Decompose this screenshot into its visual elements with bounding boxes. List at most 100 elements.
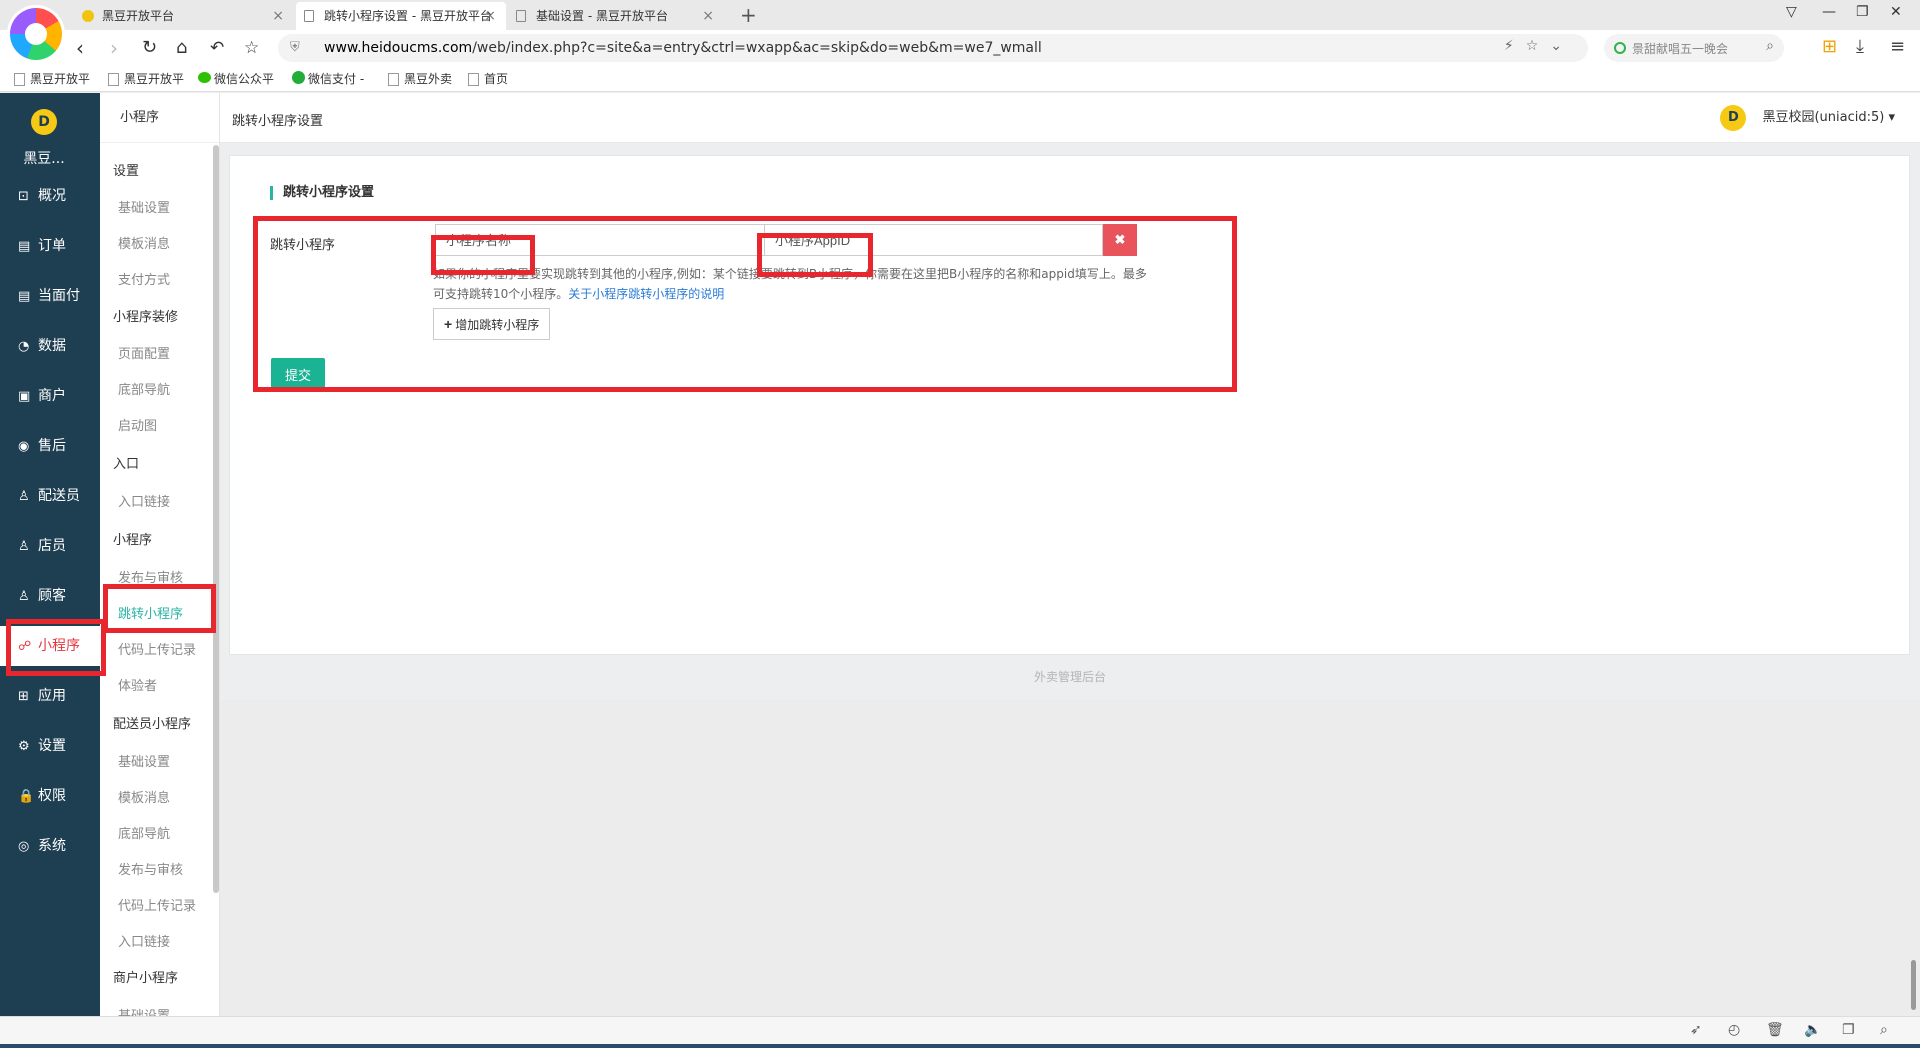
forward-icon[interactable]: › [110, 36, 118, 60]
subnav-item[interactable]: 基础设置 [118, 197, 170, 216]
page-scrollbar[interactable] [1911, 960, 1916, 1010]
sidebar-item-facepay[interactable]: ▤ 当面付 [0, 276, 100, 316]
miniapp-appid-input[interactable] [765, 224, 1103, 256]
security-shield-icon[interactable]: ⛨ [290, 40, 300, 55]
customer-icon: ♙ [18, 589, 30, 604]
sidebar-item-apps[interactable]: ⊞ 应用 [0, 676, 100, 716]
subnav-group: 入口 [113, 457, 140, 472]
sidebar-item-label: 数据 [38, 338, 66, 354]
back-icon[interactable]: ‹ [76, 36, 84, 60]
speed-icon[interactable]: ◴ [1728, 1022, 1740, 1038]
subnav-item[interactable]: 模板消息 [118, 233, 170, 252]
sidebar-item-system[interactable]: ◎ 系统 [0, 826, 100, 866]
subnav-item[interactable]: 基础设置 [118, 1005, 170, 1016]
sidebar-item-aftersale[interactable]: ◉ 售后 [0, 426, 100, 466]
subnav-item[interactable]: 发布与审核 [118, 567, 183, 586]
home-icon[interactable]: ⌂ [176, 36, 187, 60]
close-tab-icon[interactable]: × [702, 2, 714, 30]
sidebar-item-label: 订单 [38, 238, 66, 254]
close-tab-icon[interactable]: × [272, 2, 284, 30]
bookmarks-bar: 黑豆开放平 黑豆开放平 微信公众平 微信支付 - 黑豆外卖 首页 [0, 66, 1920, 92]
download-icon[interactable]: ⤓ [1856, 36, 1864, 57]
bookmark-item[interactable]: 黑豆开放平 [14, 70, 90, 87]
search-icon[interactable]: ⌕ [1766, 38, 1774, 54]
brand[interactable]: D 黑豆... [0, 93, 100, 173]
miniapp-name-input[interactable] [435, 224, 765, 256]
sidebar-item-permissions[interactable]: 🔒 权限 [0, 776, 100, 816]
subnav-item[interactable]: 底部导航 [118, 379, 170, 398]
window-icon[interactable]: ❐ [1842, 1022, 1855, 1038]
sidebar-item-overview[interactable]: ⊡ 概况 [0, 176, 100, 216]
sidebar-item-clerks[interactable]: ♙ 店员 [0, 526, 100, 566]
help-link[interactable]: 关于小程序跳转小程序的说明 [568, 287, 724, 301]
subnav-item[interactable]: 入口链接 [118, 931, 170, 950]
sidebar-item-customers[interactable]: ♙ 顾客 [0, 576, 100, 616]
bookmark-item[interactable]: 微信公众平 [198, 70, 274, 87]
subnav-item[interactable]: 基础设置 [118, 751, 170, 770]
browser-search-field[interactable]: 景甜献唱五一晚会 ⌕ [1604, 34, 1784, 62]
browser-tab[interactable]: 基础设置 - 黑豆开放平台 × [508, 2, 724, 30]
skin-icon[interactable]: ▽ [1786, 4, 1797, 20]
browser-logo-icon[interactable] [10, 8, 62, 60]
subnav-item-skip-miniapp[interactable]: 跳转小程序 [118, 603, 183, 622]
miniapp-icon: ☍ [18, 639, 32, 654]
apps-icon: ⊞ [18, 689, 29, 704]
bookmark-item[interactable]: 黑豆外卖 [388, 70, 452, 87]
remove-row-button[interactable]: ✖ [1103, 224, 1137, 256]
sidebar-item-label: 商户 [38, 388, 66, 404]
sidebar-item-couriers[interactable]: ♙ 配送员 [0, 476, 100, 516]
subnav-group: 小程序 [113, 533, 153, 548]
sidebar-item-label: 售后 [38, 438, 66, 454]
settings-icon: ⚙ [18, 739, 30, 754]
minimize-icon[interactable]: — [1822, 4, 1836, 20]
subnav-item[interactable]: 入口链接 [118, 491, 170, 510]
main-sidebar: D 黑豆... ⊡ 概况 ▤ 订单 ▤ 当面付 ◔ 数据 ▣ 商户 ◉ 售后 ♙ 配送员 ♙ 店… [0, 93, 100, 1016]
sidebar-item-miniapp[interactable]: ☍ 小程序 [0, 626, 100, 666]
rocket-icon[interactable]: ➶ [1690, 1022, 1702, 1038]
subnav-item[interactable]: 支付方式 [118, 269, 170, 288]
sidebar-item-label: 设置 [38, 738, 66, 754]
browser-tab-active[interactable]: 跳转小程序设置 - 黑豆开放平台 × [296, 2, 506, 30]
subnav-item[interactable]: 页面配置 [118, 343, 170, 362]
subnav-item[interactable]: 启动图 [118, 415, 157, 434]
restore-icon[interactable]: ❐ [1856, 4, 1869, 20]
subnav-item[interactable]: 底部导航 [118, 823, 170, 842]
trash-icon[interactable]: 🗑 [1766, 1022, 1784, 1038]
subnav-item[interactable]: 代码上传记录 [118, 639, 196, 658]
subnav-scrollbar[interactable] [213, 145, 219, 893]
undo-icon[interactable]: ↶ [210, 36, 224, 60]
menu-icon[interactable]: ≡ [1890, 36, 1905, 57]
sound-icon[interactable]: 🔈 [1804, 1022, 1821, 1038]
subnav-item[interactable]: 体验者 [118, 675, 157, 694]
sidebar-item-merchants[interactable]: ▣ 商户 [0, 376, 100, 416]
favorite-star-icon[interactable]: ☆ [244, 36, 259, 60]
add-skip-miniapp-button[interactable]: + 增加跳转小程序 [433, 308, 551, 340]
sidebar-item-label: 配送员 [38, 488, 80, 504]
sidebar-item-label: 小程序 [38, 638, 80, 654]
apps-grid-icon[interactable]: ⊞ [1822, 36, 1837, 57]
url-field[interactable]: ⛨ www.heidoucms.com/web/index.php?c=site… [278, 34, 1588, 62]
bookmark-item[interactable]: 首页 [468, 70, 508, 87]
sidebar-item-orders[interactable]: ▤ 订单 [0, 226, 100, 266]
subnav-item[interactable]: 代码上传记录 [118, 895, 196, 914]
close-window-icon[interactable]: ✕ [1890, 4, 1902, 20]
sidebar-item-data[interactable]: ◔ 数据 [0, 326, 100, 366]
site-favicon-icon [82, 10, 94, 22]
account-avatar: D [1720, 105, 1747, 131]
new-tab-button[interactable]: + [740, 2, 757, 28]
reload-icon[interactable]: ↻ [142, 36, 157, 60]
system-icon: ◎ [18, 839, 30, 854]
sidebar-item-settings[interactable]: ⚙ 设置 [0, 726, 100, 766]
account-menu[interactable]: D 黑豆校园(uniacid:5) ▾ [1720, 105, 1895, 131]
subnav-item[interactable]: 模板消息 [118, 787, 170, 806]
os-taskbar [0, 1044, 1920, 1048]
subnav-item[interactable]: 发布与审核 [118, 859, 183, 878]
bookmark-item[interactable]: 微信支付 - [292, 70, 364, 87]
close-tab-icon[interactable]: × [484, 2, 496, 30]
submit-button[interactable]: 提交 [271, 358, 325, 390]
url-actions[interactable]: ⚡☆⌄ [1504, 38, 1574, 54]
browser-tab[interactable]: 黑豆开放平台 × [74, 2, 294, 30]
url-path: /web/index.php?c=site&a=entry&ctrl=wxapp… [472, 40, 1042, 56]
bookmark-item[interactable]: 黑豆开放平 [108, 70, 184, 87]
zoom-icon[interactable]: ⌕ [1880, 1022, 1888, 1038]
